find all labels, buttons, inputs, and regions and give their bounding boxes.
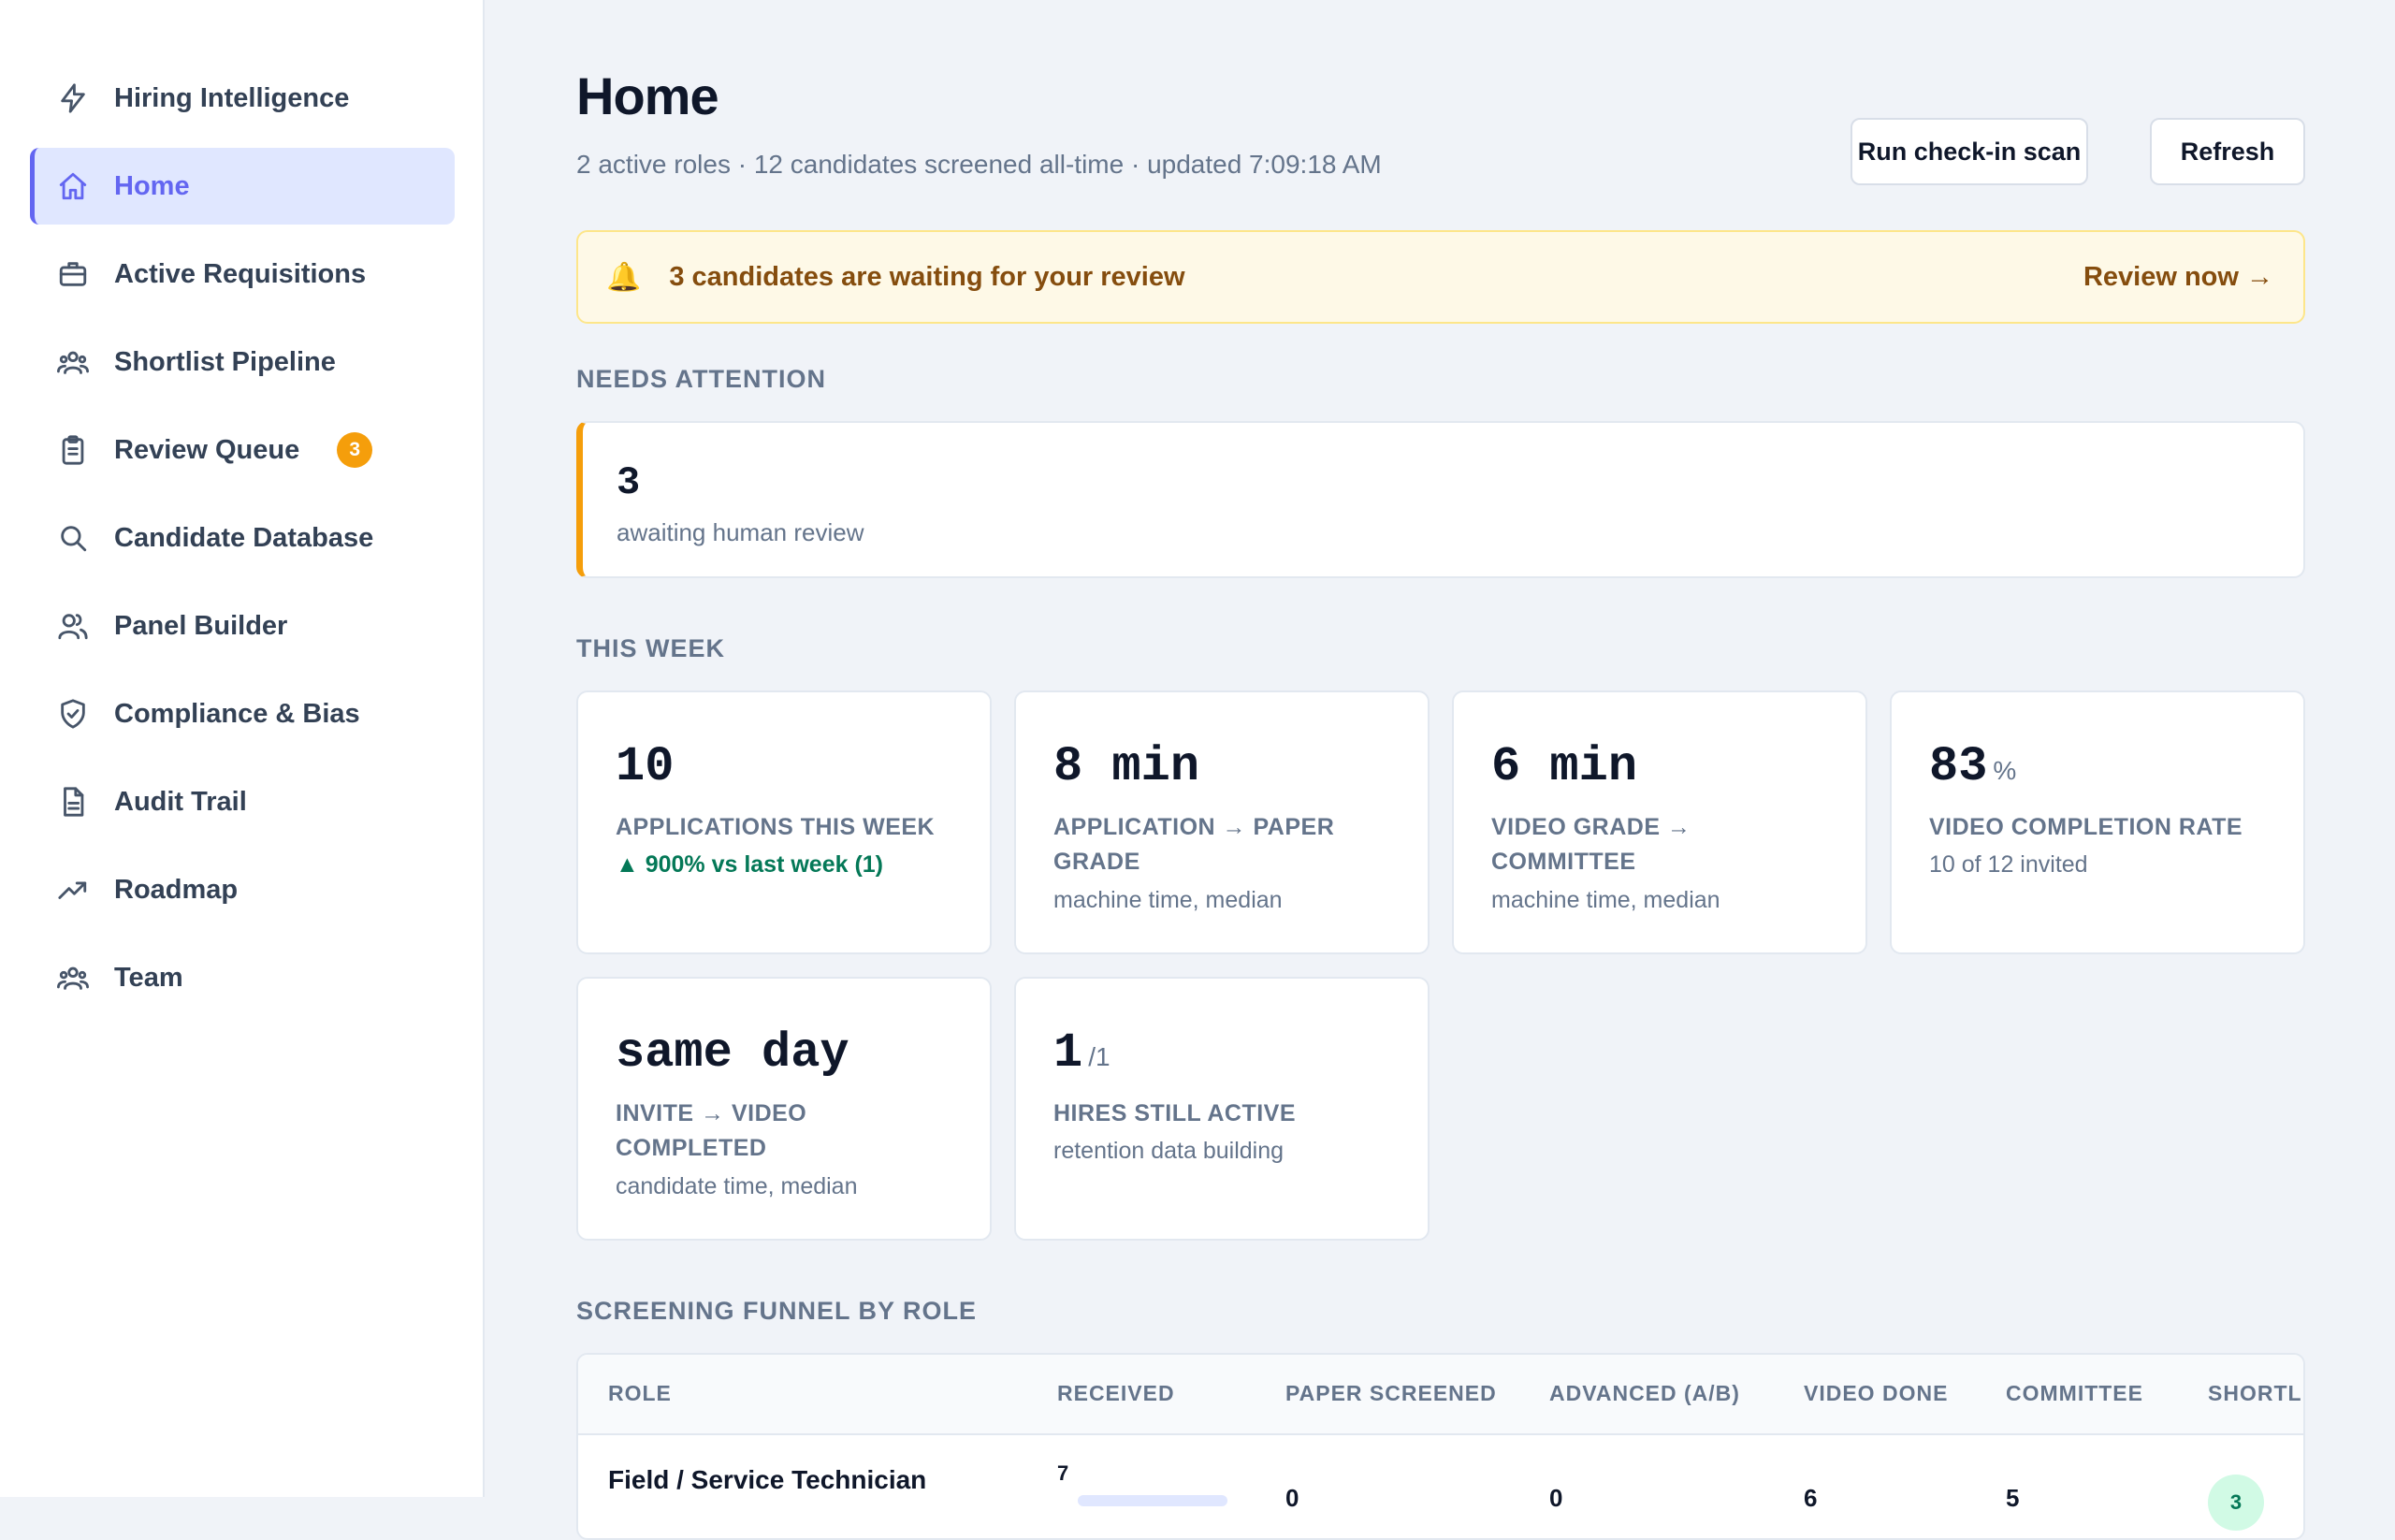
metric-value: 6 min <box>1491 739 1638 794</box>
sidebar-item-shortlist-pipeline[interactable]: Shortlist Pipeline <box>30 324 455 400</box>
needs-attention-heading: NEEDS ATTENTION <box>576 365 827 393</box>
sidebar-brand[interactable]: Hiring Intelligence <box>30 60 455 137</box>
sidebar-item-home[interactable]: Home <box>30 148 455 225</box>
users-group-icon <box>56 345 90 379</box>
sidebar-item-label: Compliance & Bias <box>114 698 360 729</box>
metric-value: 83% <box>1929 739 2017 794</box>
metric-label: VIDEO COMPLETION RATE <box>1929 814 2243 840</box>
sidebar-item-team[interactable]: Team <box>30 939 455 1016</box>
sidebar-brand-label: Hiring Intelligence <box>114 82 350 113</box>
sidebar-item-active-requisitions[interactable]: Active Requisitions <box>30 236 455 312</box>
page-subtitle: 2 active roles · 12 candidates screened … <box>576 150 1382 179</box>
metric-label: HIRES STILL ACTIVE <box>1053 1100 1297 1126</box>
needs-attention-card[interactable]: 3 awaiting human review <box>576 421 2305 578</box>
column-header[interactable]: RECEIVED <box>1057 1381 1175 1406</box>
metric-card: 6 min VIDEO GRADE → COMMITTEE machine ti… <box>1452 690 1867 954</box>
alert-message: 3 candidates are waiting for your review <box>669 261 1185 292</box>
paper-screened-cell: 0 <box>1285 1484 1299 1512</box>
advanced-cell: 0 <box>1549 1484 1563 1512</box>
metric-label: INVITE → VIDEO COMPLETED <box>616 1100 807 1161</box>
sidebar-item-audit-trail[interactable]: Audit Trail <box>30 763 455 840</box>
column-header[interactable]: ROLE <box>608 1381 672 1406</box>
column-header[interactable]: SHORTLI <box>2208 1381 2303 1406</box>
metric-card: 1/1 HIRES STILL ACTIVE retention data bu… <box>1014 977 1430 1241</box>
sidebar: Hiring Intelligence Home Active Requisit… <box>0 0 485 1497</box>
bolt-icon <box>56 81 90 115</box>
briefcase-icon <box>56 257 90 291</box>
metric-sub: candidate time, median <box>616 1173 858 1199</box>
sidebar-item-review-queue[interactable]: Review Queue 3 <box>30 412 455 488</box>
metric-sub: retention data building <box>1053 1138 1285 1164</box>
metric-value: 10 <box>616 739 675 794</box>
metric-label: VIDEO GRADE → COMMITTEE <box>1491 814 1691 875</box>
screening-funnel-table: ROLE RECEIVED PAPER SCREENED ADVANCED (A… <box>576 1353 2305 1540</box>
metric-sub: machine time, median <box>1053 887 1283 913</box>
refresh-button[interactable]: Refresh <box>2150 118 2305 185</box>
document-icon <box>56 785 90 819</box>
sidebar-item-label: Panel Builder <box>114 610 288 641</box>
metric-delta: ▲ 900% vs last week (1) <box>616 851 884 878</box>
column-header[interactable]: COMMITTEE <box>2006 1381 2143 1406</box>
metric-value: same day <box>616 1025 849 1081</box>
run-check-in-scan-button[interactable]: Run check-in scan <box>1851 118 2088 185</box>
shortlisted-pill: 3 <box>2208 1475 2264 1531</box>
clipboard-icon <box>56 433 90 467</box>
sidebar-item-compliance-bias[interactable]: Compliance & Bias <box>30 676 455 752</box>
trending-up-icon <box>56 873 90 907</box>
search-icon <box>56 521 90 555</box>
sidebar-item-label: Active Requisitions <box>114 258 367 289</box>
sidebar-item-label: Home <box>114 170 190 201</box>
sidebar-item-label: Shortlist Pipeline <box>114 346 336 377</box>
sidebar-item-roadmap[interactable]: Roadmap <box>30 851 455 928</box>
home-icon <box>56 169 90 203</box>
sidebar-item-label: Review Queue <box>114 434 300 465</box>
sidebar-item-label: Roadmap <box>114 874 239 905</box>
sidebar-item-panel-builder[interactable]: Panel Builder <box>30 588 455 664</box>
metric-card: 10 APPLICATIONS THIS WEEK ▲ 900% vs last… <box>576 690 992 954</box>
video-done-cell: 6 <box>1804 1484 1818 1512</box>
screening-funnel-heading: SCREENING FUNNEL BY ROLE <box>576 1297 978 1325</box>
this-week-heading: THIS WEEK <box>576 634 726 662</box>
sidebar-item-label: Team <box>114 962 183 993</box>
awaiting-review-count: 3 <box>617 460 641 505</box>
users-icon <box>56 609 90 643</box>
sidebar-item-label: Candidate Database <box>114 522 374 553</box>
role-cell: Field / Service Technician <box>608 1465 927 1494</box>
column-header[interactable]: VIDEO DONE <box>1804 1381 1948 1406</box>
received-cell: 7 <box>1057 1461 1069 1485</box>
review-alert-banner: 🔔 3 candidates are waiting for your revi… <box>576 230 2305 324</box>
sidebar-item-label: Audit Trail <box>114 786 247 817</box>
bell-icon: 🔔 <box>606 261 642 293</box>
column-header[interactable]: PAPER SCREENED <box>1285 1381 1497 1406</box>
metric-label: APPLICATIONS THIS WEEK <box>616 814 936 840</box>
metric-sub: 10 of 12 invited <box>1929 851 2088 878</box>
team-icon <box>56 961 90 995</box>
shield-check-icon <box>56 697 90 731</box>
sidebar-item-candidate-database[interactable]: Candidate Database <box>30 500 455 576</box>
committee-cell: 5 <box>2006 1484 2020 1512</box>
metric-value: 1/1 <box>1053 1025 1110 1081</box>
column-header[interactable]: ADVANCED (A/B) <box>1549 1381 1740 1406</box>
table-header: ROLE RECEIVED PAPER SCREENED ADVANCED (A… <box>578 1355 2303 1435</box>
review-count-badge: 3 <box>337 432 373 468</box>
metric-card: 8 min APPLICATION → PAPER GRADE machine … <box>1014 690 1430 954</box>
metric-value: 8 min <box>1053 739 1200 794</box>
awaiting-review-caption: awaiting human review <box>617 518 864 546</box>
metric-card: same day INVITE → VIDEO COMPLETED candid… <box>576 977 992 1241</box>
metric-label: APPLICATION → PAPER GRADE <box>1053 814 1335 875</box>
review-now-link[interactable]: Review now → <box>2083 262 2273 293</box>
page-title: Home <box>576 66 719 125</box>
metric-sub: machine time, median <box>1491 887 1720 913</box>
metric-card: 83% VIDEO COMPLETION RATE 10 of 12 invit… <box>1890 690 2305 954</box>
